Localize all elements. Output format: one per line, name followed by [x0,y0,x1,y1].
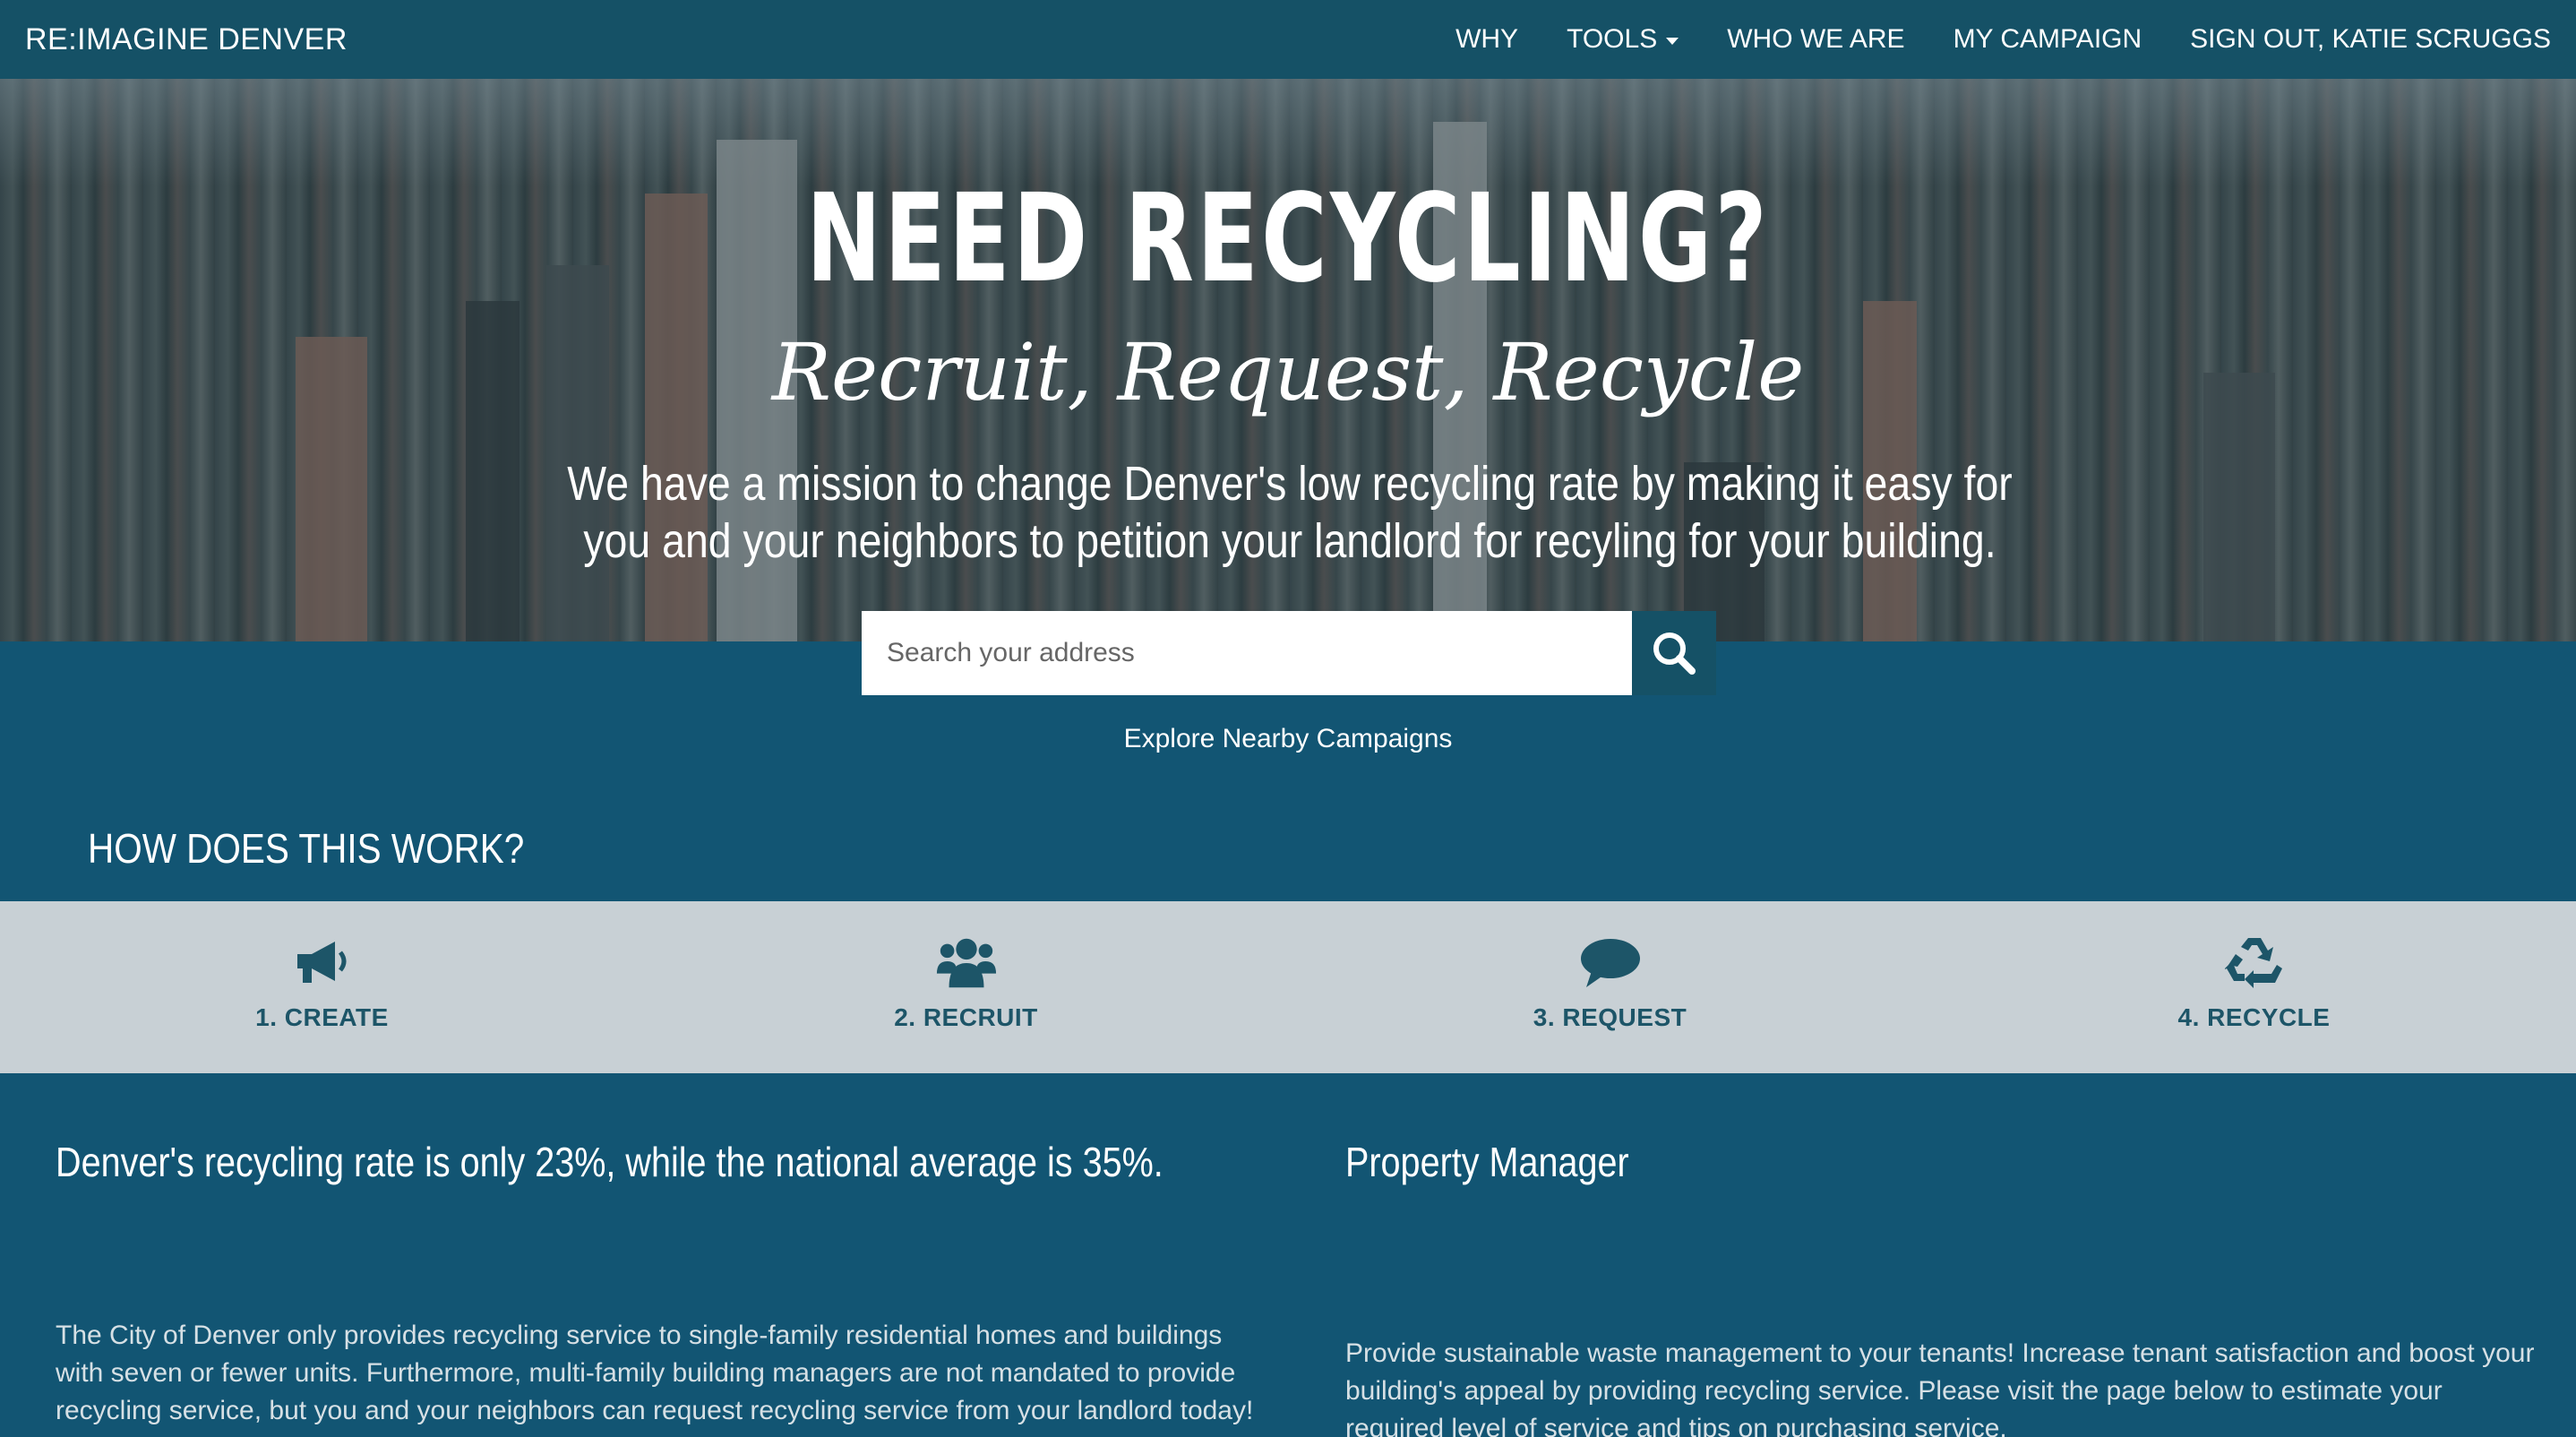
step-create[interactable]: 1. CREATE [0,901,644,1073]
hero-description: We have a mission to change Denver's low… [567,457,2013,568]
nav-my-campaign-label: MY CAMPAIGN [1953,24,2142,54]
nav-my-campaign[interactable]: MY CAMPAIGN [1953,24,2142,55]
hero-banner: NEED RECYCLING? Recruit, Request, Recycl… [0,79,2576,641]
nav-sign-out[interactable]: SIGN OUT, KATIE SCRUGGS [2190,24,2551,55]
nav-who-we-are-label: WHO WE ARE [1727,24,1905,54]
nav-links: WHY TOOLS WHO WE ARE MY CAMPAIGN SIGN OU… [1407,24,2551,55]
property-manager-text: Provide sustainable waste management to … [1345,1338,2535,1437]
step-recruit[interactable]: 2. RECRUIT [644,901,1288,1073]
nav-tools-dropdown[interactable]: TOOLS [1567,24,1679,55]
hero-subtitle: Recruit, Request, Recycle [771,326,1805,418]
skyline-building [546,265,609,641]
address-search [862,611,1716,695]
explore-nearby-campaigns-link[interactable]: Explore Nearby Campaigns [0,724,2576,754]
search-icon [1653,632,1696,675]
step-recycle[interactable]: 4. RECYCLE [1932,901,2576,1073]
hero-title: NEED RECYCLING? [806,168,1770,310]
recycling-rate-text: The City of Denver only provides recycli… [56,1321,1254,1425]
address-search-input[interactable] [862,611,1632,695]
nav-sign-out-label: SIGN OUT, KATIE SCRUGGS [2190,24,2551,54]
nav-who-we-are[interactable]: WHO WE ARE [1727,24,1904,55]
property-manager-section: Property Manager Provide sustainable was… [1345,1138,2537,1437]
top-navbar: RE:IMAGINE DENVER WHY TOOLS WHO WE ARE M… [0,0,2576,79]
users-icon [935,934,998,991]
renter-info-section: Denver's recycling rate is only 23%, whi… [56,1138,1256,1430]
property-manager-heading: Property Manager [1345,1139,1629,1185]
megaphone-icon [291,934,354,991]
step-create-label: 1. CREATE [255,1003,389,1031]
step-request-label: 3. REQUEST [1533,1003,1687,1031]
how-it-works-heading: HOW DOES THIS WORK? [88,825,525,872]
nav-tools-label: TOOLS [1567,24,1658,54]
nav-why-label: WHY [1455,24,1519,54]
step-request[interactable]: 3. REQUEST [1288,901,1932,1073]
brand-logo[interactable]: RE:IMAGINE DENVER [25,22,348,57]
steps-band: 1. CREATE 2. RECRUIT 3. REQUEST 4. RECYC… [0,901,2576,1073]
caret-down-icon [1666,37,1679,45]
search-button[interactable] [1632,611,1716,695]
step-recruit-label: 2. RECRUIT [894,1003,1038,1031]
step-recycle-label: 4. RECYCLE [2177,1003,2331,1031]
speech-bubble-icon [1579,934,1642,991]
recycle-icon [2223,934,2286,991]
recycling-rate-heading: Denver's recycling rate is only 23%, whi… [56,1139,1163,1185]
nav-why[interactable]: WHY [1455,24,1518,55]
